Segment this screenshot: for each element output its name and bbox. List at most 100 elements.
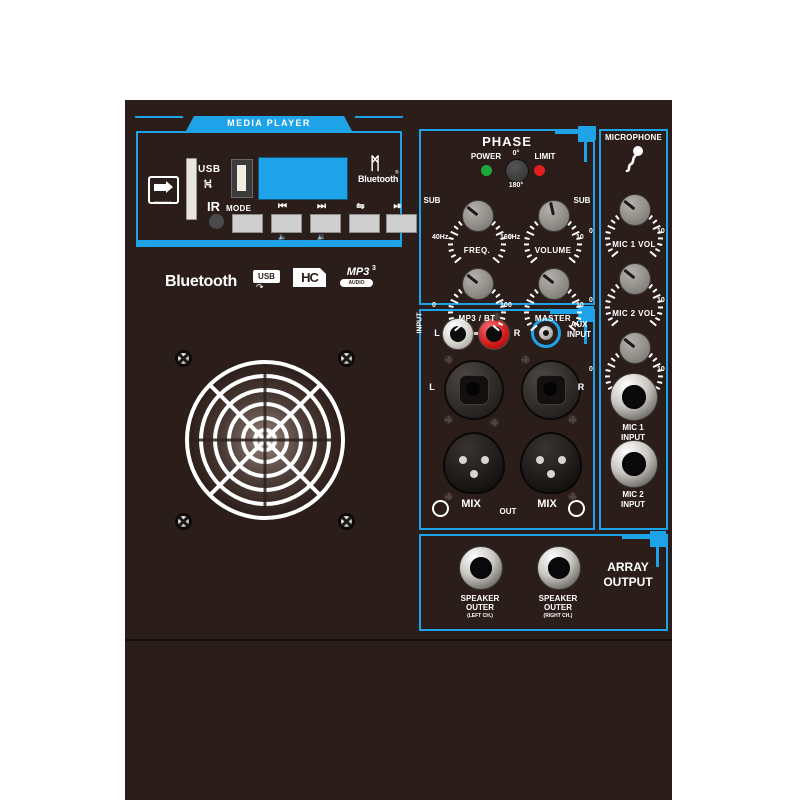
media-player-bottom-bar — [136, 240, 402, 247]
knob-pointer — [623, 199, 636, 211]
knob-cap — [619, 263, 651, 295]
sd-slot-label: SD/MMC — [154, 200, 172, 205]
array-accent-square — [650, 531, 666, 547]
freq-knob[interactable] — [447, 186, 507, 264]
microphone-icon — [625, 146, 643, 172]
phase-accent-line — [584, 140, 587, 162]
sd-card-slot[interactable] — [186, 158, 197, 220]
phase-0-label: 0° — [512, 150, 520, 157]
mic-1-input-jack[interactable] — [610, 373, 658, 421]
panel-screw — [490, 418, 499, 427]
master-knob-max-label: 10 — [576, 302, 584, 309]
fan-screw — [338, 513, 355, 530]
mode-button[interactable] — [232, 214, 263, 233]
array-output-title-line2: OUTPUT — [603, 575, 653, 589]
speaker-outer-left-jack[interactable] — [459, 546, 503, 590]
echo-knob[interactable] — [604, 318, 664, 396]
xlr-output-left-jack[interactable] — [443, 432, 505, 494]
mic-2-vol-knob[interactable] — [604, 249, 664, 327]
freq-knob-min-label: 40Hz — [432, 234, 449, 241]
bluetooth-icon: ᛗ — [370, 154, 381, 173]
phase-switch-button[interactable] — [505, 159, 529, 183]
knob-cap — [538, 268, 570, 300]
input-label: INPUT — [416, 312, 424, 334]
knob-pointer — [542, 273, 555, 285]
cooling-fan-grille — [175, 350, 355, 530]
speaker-left-line2: OUTER — [466, 603, 494, 612]
panel-screw — [568, 492, 577, 501]
volume-knob[interactable] — [523, 186, 583, 264]
previous-icon: ⏮ — [278, 201, 287, 212]
speaker-outer-right-jack[interactable] — [537, 546, 581, 590]
mp3-bt-knob[interactable] — [447, 254, 507, 332]
usb-port-icon[interactable] — [231, 159, 253, 198]
mic-2-input-jack[interactable] — [610, 440, 658, 488]
usb-logo-trident-icon: ↷ — [256, 282, 264, 292]
mic-1-vol-knob[interactable] — [604, 180, 664, 258]
xlr-output-right-jack[interactable] — [520, 432, 582, 494]
ir-sensor-icon — [209, 214, 224, 229]
knob-cap — [462, 200, 494, 232]
previous-button[interactable] — [271, 214, 302, 233]
mic-2-vol-knob-label: MIC 2 VOL — [612, 309, 656, 318]
limit-led — [534, 165, 545, 176]
mic-1-vol-knob-label: MIC 1 VOL — [612, 240, 656, 249]
knob-cap — [619, 332, 651, 364]
usb-trident-icon: ⛕ — [203, 176, 213, 191]
fan-screw — [175, 350, 192, 367]
phase-accent-line — [555, 131, 579, 134]
panel-screw — [444, 415, 453, 424]
mic-1-input-jack-label-1: MIC 1 — [622, 423, 644, 432]
mix-right-label: MIX — [537, 498, 557, 510]
bluetooth-label: Bluetooth — [358, 174, 399, 184]
knob-cap — [538, 200, 570, 232]
echo-knob-max-label: 10 — [657, 366, 665, 373]
aux-label-line2: INPUT — [567, 330, 591, 339]
panel-screw — [444, 492, 453, 501]
ir-label: IR — [207, 199, 220, 214]
mode-label: MODE — [226, 204, 252, 213]
trs-input-right-jack[interactable] — [521, 360, 581, 420]
mix-left-label: MIX — [461, 498, 481, 510]
next-icon: ⏭ — [317, 201, 326, 212]
bluetooth-wordmark: Bluetooth — [165, 273, 237, 290]
volume-up-icon: 🔉 — [317, 234, 326, 241]
next-button[interactable] — [310, 214, 341, 233]
lcd-screen — [258, 157, 348, 200]
master-knob[interactable] — [523, 254, 583, 332]
phase-title: PHASE — [482, 134, 532, 149]
mp3-bt-knob-min-label: 0 — [432, 302, 436, 309]
mic-1-vol-knob-max-label: 10 — [657, 228, 665, 235]
repeat-icon: ⇋ — [356, 201, 365, 212]
speaker-left-line1: SPEAKER — [460, 594, 500, 603]
mix-hole-left — [432, 500, 449, 517]
mp3-bt-knob-max-label: 10 — [500, 302, 508, 309]
media-player-title: MEDIA PLAYER — [227, 118, 311, 128]
knob-pointer — [623, 268, 636, 280]
trs-input-left-jack[interactable] — [444, 360, 504, 420]
out-label: OUT — [499, 507, 517, 516]
knob-pointer — [623, 337, 636, 349]
volume-knob-max-label: 10 — [576, 234, 584, 241]
microphone-title: MICROPHONE — [604, 133, 663, 142]
cabinet-reflection-content: MEDIA PLAYER SD/MMCUSB⛕ᛗBluetooth®IRMODE… — [0, 641, 800, 800]
array-output-title-line1: ARRAY — [607, 560, 649, 574]
panel-screw — [444, 355, 453, 364]
cabinet-reflection: MEDIA PLAYER SD/MMCUSB⛕ᛗBluetooth®IRMODE… — [0, 641, 800, 800]
rca-right-label: R — [513, 328, 521, 338]
fan-screw — [175, 513, 192, 530]
knob-pointer — [549, 201, 555, 216]
repeat-button[interactable] — [349, 214, 380, 233]
freq-sub-left-label: SUB — [423, 196, 441, 205]
media-player-banner: MEDIA PLAYER — [186, 116, 352, 131]
play-pause-button[interactable] — [386, 214, 417, 233]
panel-screw — [568, 415, 577, 424]
speaker-right-line2: OUTER — [544, 603, 572, 612]
knob-pointer — [466, 205, 479, 217]
usb-label: USB — [198, 164, 221, 175]
mp3-audio-badge: AUDIO — [340, 279, 373, 287]
speaker-right-line3: (RIGHT CH.) — [543, 613, 573, 619]
sdhc-logo: HC — [293, 268, 326, 287]
knob-pointer — [466, 273, 479, 285]
microphone-accent-square — [582, 126, 596, 140]
